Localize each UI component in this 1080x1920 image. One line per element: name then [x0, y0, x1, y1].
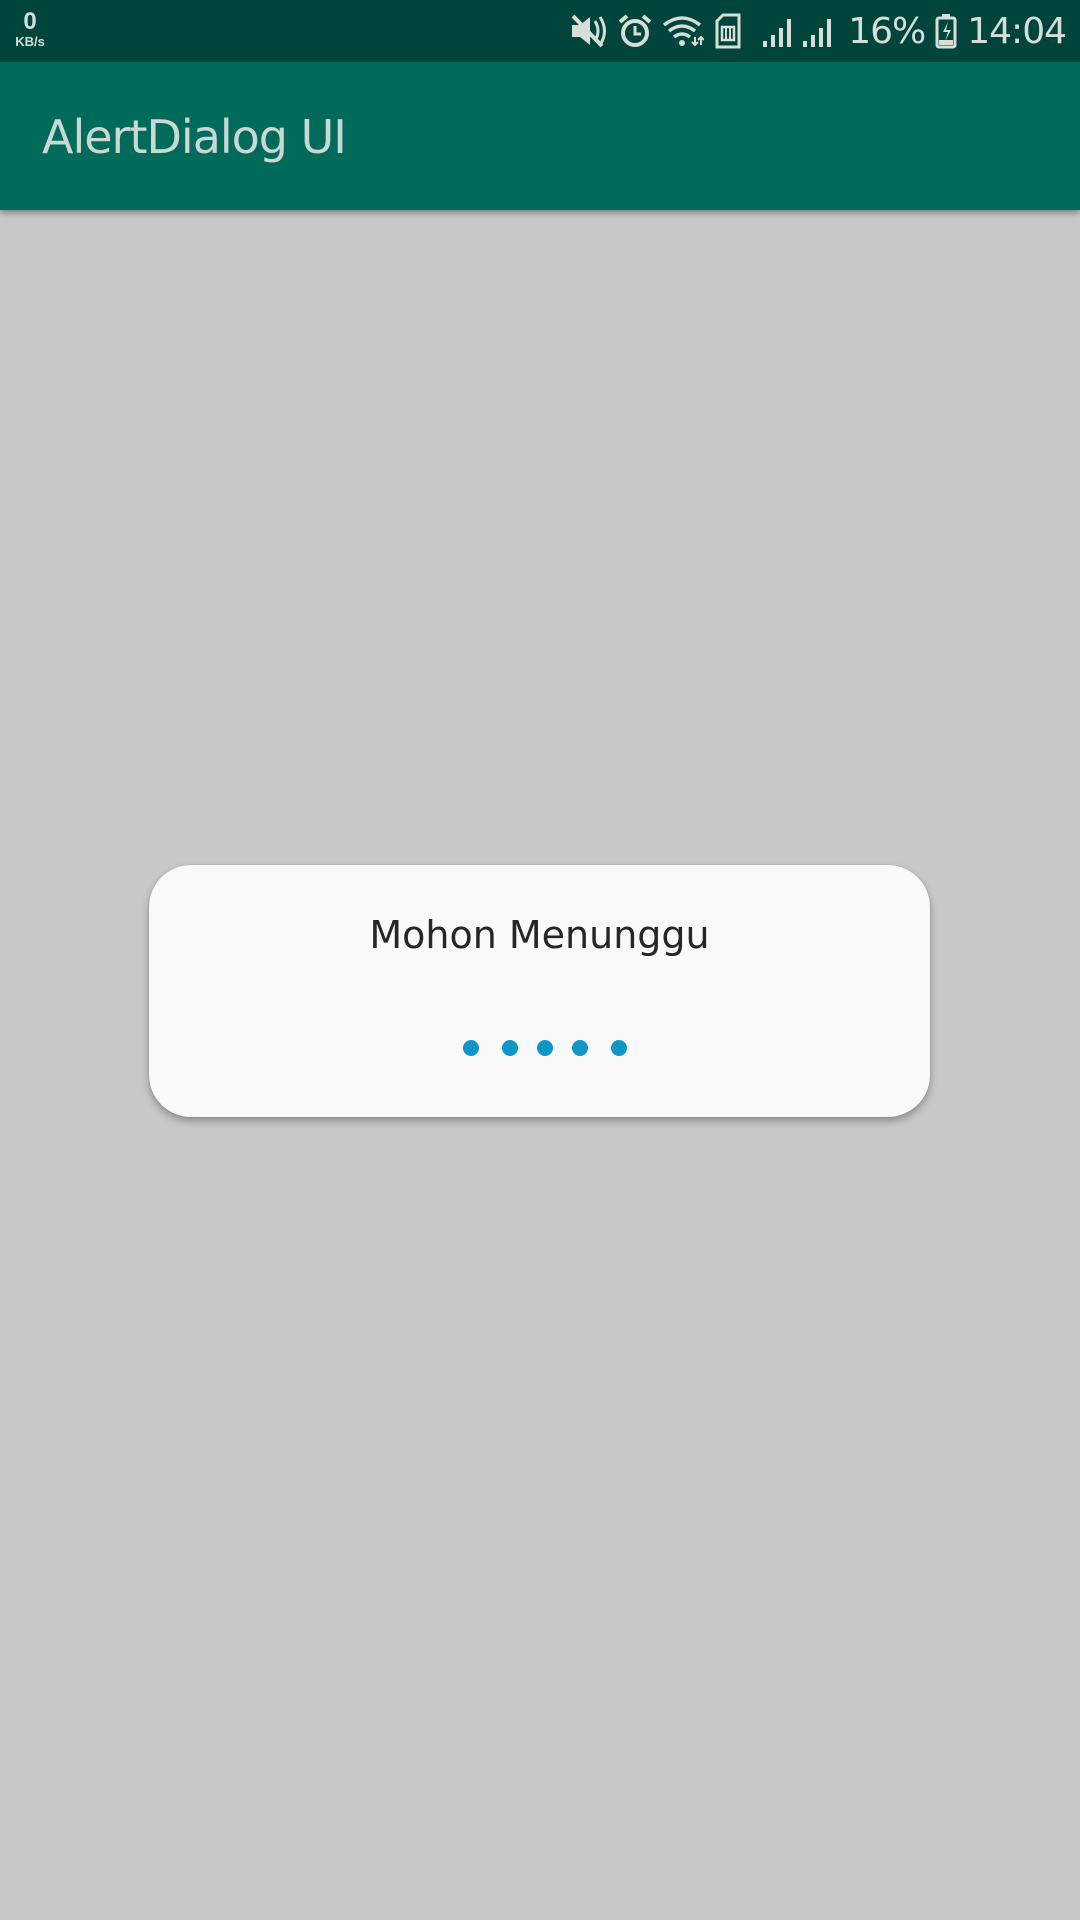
app-title: AlertDialog UI: [42, 110, 347, 164]
wifi-icon: [662, 13, 705, 49]
loading-dot: [537, 1040, 553, 1056]
status-bar: 0 KB/s 16% 14:04: [0, 0, 1080, 62]
network-speed-indicator: 0 KB/s: [8, 8, 52, 49]
signal-icon: [762, 13, 796, 49]
loading-dot: [572, 1040, 588, 1056]
loading-dot: [502, 1040, 518, 1056]
loading-dot: [463, 1040, 479, 1056]
battery-charging-icon: [935, 13, 957, 49]
dialog-title: Mohon Menunggu: [369, 913, 710, 957]
loading-dialog: Mohon Menunggu: [149, 865, 930, 1117]
network-speed-unit: KB/s: [15, 34, 45, 49]
clock: 14:04: [967, 10, 1067, 52]
loading-indicator: [463, 1040, 633, 1058]
sim-icon: [714, 13, 742, 49]
mute-icon: [568, 13, 608, 49]
alarm-icon: [618, 13, 652, 49]
status-icons: 16% 14:04: [558, 0, 1067, 62]
battery-percent: 16%: [848, 10, 926, 52]
signal-icon: [802, 13, 836, 49]
network-speed-value: 0: [23, 8, 37, 35]
loading-dot: [611, 1040, 627, 1056]
app-bar: AlertDialog UI: [0, 62, 1080, 210]
